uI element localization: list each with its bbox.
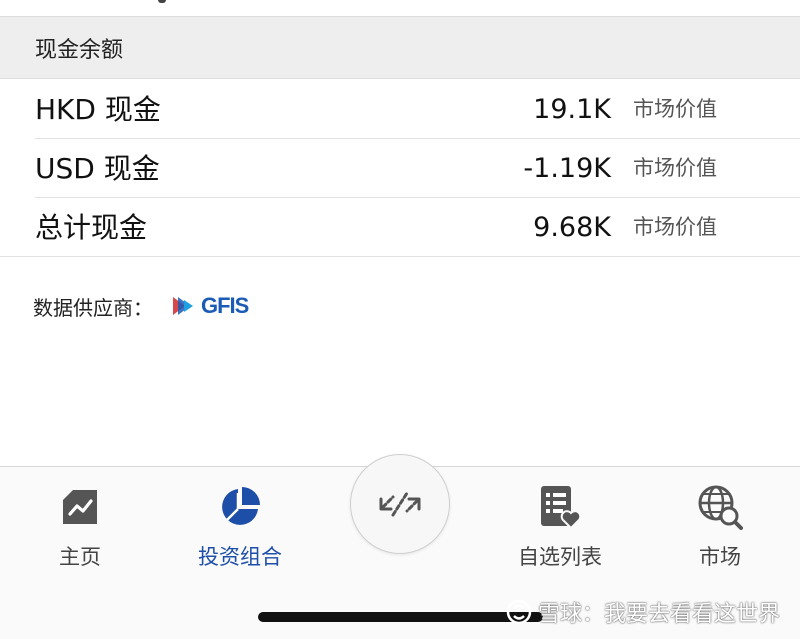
provider-label: 数据供应商： xyxy=(33,295,153,320)
row-label: HKD 现金 xyxy=(35,93,161,126)
watermark: 雪球：我要去看看这世界 xyxy=(506,596,780,628)
pie-chart-icon xyxy=(216,483,264,531)
row-label: USD 现金 xyxy=(35,152,160,185)
globe-search-icon xyxy=(696,483,744,531)
home-indicator[interactable] xyxy=(258,612,543,622)
tab-home[interactable]: 主页 xyxy=(0,483,160,573)
tab-label: 市场 xyxy=(699,545,741,569)
tab-portfolio[interactable]: 投资组合 xyxy=(160,483,320,573)
top-strip xyxy=(0,0,800,17)
section-title: 现金余额 xyxy=(35,37,124,63)
expand-arrows-icon xyxy=(379,491,421,517)
watermark-text: 雪球：我要去看看这世界 xyxy=(537,602,780,627)
tab-label: 主页 xyxy=(59,545,101,569)
snowball-logo-icon xyxy=(506,599,532,625)
logo-text: GFIS xyxy=(201,293,249,318)
row-unit: 市场价值 xyxy=(633,156,717,180)
watchlist-heart-icon xyxy=(536,483,584,531)
row-value: 19.1K xyxy=(533,94,611,125)
row-value: 9.68K xyxy=(533,212,611,243)
scrolled-content-edge xyxy=(158,0,166,3)
cash-balance-header: 现金余额 xyxy=(0,17,800,79)
cash-row-hkd[interactable]: HKD 现金 19.1K 市场价值 xyxy=(35,80,800,139)
expand-button[interactable] xyxy=(350,454,450,554)
row-label: 总计现金 xyxy=(35,211,148,244)
tab-watchlist[interactable]: 自选列表 xyxy=(480,483,640,573)
tab-label: 投资组合 xyxy=(198,545,282,569)
row-unit: 市场价值 xyxy=(633,215,717,239)
data-provider: 数据供应商： GFIS xyxy=(33,288,249,324)
tab-label: 自选列表 xyxy=(518,545,602,569)
cash-row-total[interactable]: 总计现金 9.68K 市场价值 xyxy=(0,198,800,257)
cash-row-usd[interactable]: USD 现金 -1.19K 市场价值 xyxy=(35,139,800,198)
gfis-logo: GFIS xyxy=(173,293,249,319)
chart-trend-icon xyxy=(56,483,104,531)
row-unit: 市场价值 xyxy=(633,97,717,121)
tab-market[interactable]: 市场 xyxy=(640,483,800,573)
gfis-logo-icon xyxy=(173,297,193,315)
row-value: -1.19K xyxy=(523,153,611,184)
